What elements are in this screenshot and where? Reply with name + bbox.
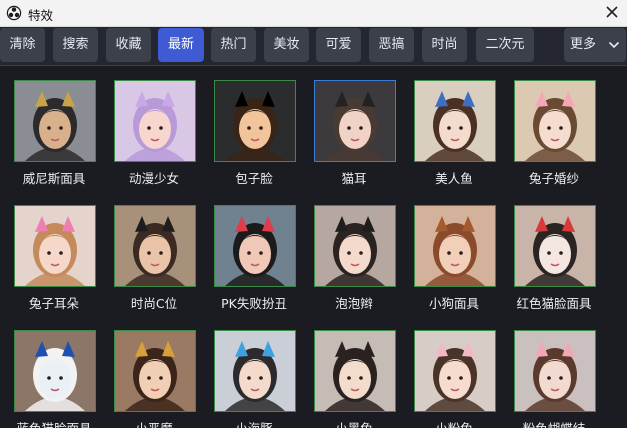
newest-button[interactable]: 最新 (158, 28, 204, 62)
more-label: 更多 (570, 37, 597, 52)
close-icon[interactable] (603, 3, 621, 21)
effect-label: 小狗面具 (428, 296, 479, 311)
makeup-button[interactable]: 美妆 (264, 28, 309, 62)
effects-panel: 威尼斯面具 动漫少女 包子脸 猫耳 美人鱼 兔子婚纱兔子耳朵 时尚C位 PK失败扮丑 泡泡辫 小狗… (0, 65, 627, 428)
clear-button[interactable]: 清除 (0, 28, 45, 62)
more-dropdown[interactable]: 更多 (564, 28, 626, 62)
fashion-center-thumbnail (114, 205, 196, 287)
effect-item[interactable]: 美人鱼 (400, 66, 500, 186)
red-cat-mask-thumbnail (514, 205, 596, 287)
effect-item[interactable]: 时尚C位 (100, 191, 200, 311)
effect-item[interactable]: 小海豚 (200, 316, 300, 428)
puppy-mask-thumbnail (414, 205, 496, 287)
anime-button[interactable]: 二次元 (476, 28, 534, 62)
window-title: 特效 (28, 8, 54, 23)
obs-logo-icon (6, 5, 22, 21)
chevron-down-icon (608, 41, 620, 49)
bubble-braid-thumbnail (314, 205, 396, 287)
effect-label: 兔子耳朵 (28, 296, 79, 311)
effect-label: 泡泡辫 (335, 296, 373, 311)
effect-label: 包子脸 (235, 171, 273, 186)
effect-item[interactable]: 小黑兔 (300, 316, 400, 428)
effect-item[interactable]: 猫耳 (300, 66, 400, 186)
dolphin-thumbnail (214, 330, 296, 412)
effect-item[interactable]: 包子脸 (200, 66, 300, 186)
ugly-face-thumbnail (214, 205, 296, 287)
bunny-ears-thumbnail (14, 205, 96, 287)
effect-label: 猫耳 (341, 171, 367, 186)
effect-item[interactable]: 小粉兔 (400, 316, 500, 428)
cute-button[interactable]: 可爱 (316, 28, 361, 62)
favorites-button[interactable]: 收藏 (106, 28, 151, 62)
title-bar: 特效 (0, 0, 627, 27)
effect-label: 美人鱼 (435, 171, 473, 186)
effect-item[interactable]: 粉色蝴蝶结 (500, 316, 600, 428)
effect-label: 时尚C位 (130, 296, 178, 311)
effect-label: 兔子婚纱 (528, 171, 579, 186)
effect-item[interactable]: 兔子婚纱 (500, 66, 600, 186)
effect-item[interactable]: 兔子耳朵 (0, 191, 100, 311)
pink-bow-thumbnail (514, 330, 596, 412)
pink-bunny-thumbnail (414, 330, 496, 412)
popular-button[interactable]: 热门 (211, 28, 256, 62)
bun-face-thumbnail (214, 80, 296, 162)
effect-item[interactable]: 威尼斯面具 (0, 66, 100, 186)
effect-label: 威尼斯面具 (22, 171, 86, 186)
effect-item[interactable]: 小狗面具 (400, 191, 500, 311)
fashion-button[interactable]: 时尚 (422, 28, 467, 62)
bunny-wedding-thumbnail (514, 80, 596, 162)
effect-label: 红色猫脸面具 (516, 296, 592, 311)
effect-label: PK失败扮丑 (221, 296, 287, 311)
effect-item[interactable]: 蓝色猫脸面具 (0, 316, 100, 428)
black-bunny-thumbnail (314, 330, 396, 412)
effect-item[interactable]: 小恶魔 (100, 316, 200, 428)
little-devil-thumbnail (114, 330, 196, 412)
effect-label: 动漫少女 (128, 171, 179, 186)
blue-cat-mask-thumbnail (14, 330, 96, 412)
effect-item[interactable]: 泡泡辫 (300, 191, 400, 311)
cat-ear-thumbnail (314, 80, 396, 162)
effect-item[interactable]: 动漫少女 (100, 66, 200, 186)
mermaid-thumbnail (414, 80, 496, 162)
venetian-mask-thumbnail (14, 80, 96, 162)
effect-item[interactable]: PK失败扮丑 (200, 191, 300, 311)
prank-button[interactable]: 恶搞 (369, 28, 414, 62)
effect-item[interactable]: 红色猫脸面具 (500, 191, 600, 311)
search-button[interactable]: 搜索 (53, 28, 98, 62)
anime-girl-thumbnail (114, 80, 196, 162)
